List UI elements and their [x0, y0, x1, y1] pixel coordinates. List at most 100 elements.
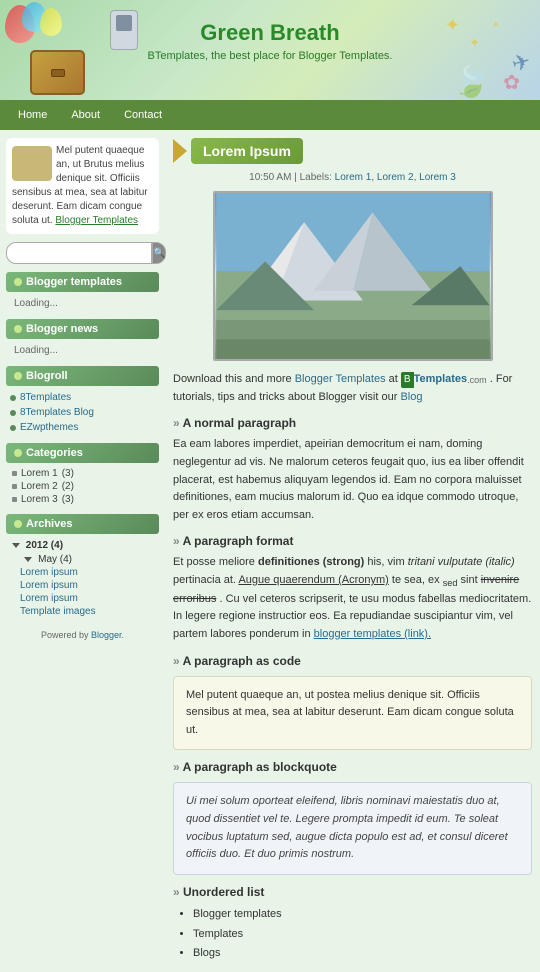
list-item: 8Templates — [6, 390, 159, 405]
star-deco: ✦ — [445, 15, 460, 36]
label-lorem2[interactable]: Lorem 2 — [377, 172, 414, 183]
archives-section: Archives 2012 (4) May (4) Lorem ipsum Lo… — [6, 514, 159, 618]
cat-bullet — [12, 471, 17, 476]
nav-home[interactable]: Home — [8, 105, 57, 125]
blogger-templates-title: Blogger templates — [26, 276, 122, 288]
btemplates-logo: BTemplates.com — [401, 371, 487, 389]
star-deco2: ✦ — [469, 35, 480, 51]
list-item: Lorem 1 (3) — [6, 467, 159, 480]
code-block: Mel putent quaeque an, ut postea melius … — [173, 676, 532, 751]
p2-text3: pertinacia at. — [173, 574, 238, 586]
bullet-icon — [10, 410, 16, 416]
category-count3: (3) — [62, 494, 74, 505]
blogger-news-header: Blogger news — [6, 319, 159, 339]
p2-strong: definitiones (strong) — [258, 556, 364, 568]
blogroll-link-ezwpthemes[interactable]: EZwpthemes — [20, 422, 78, 433]
p2-sub: sed — [443, 578, 458, 588]
welcome-link[interactable]: Blogger Templates — [55, 215, 138, 226]
bt-text: Templates — [414, 371, 468, 389]
search-input[interactable] — [6, 242, 152, 264]
blog-link[interactable]: Blog — [400, 391, 422, 403]
categories-header: Categories — [6, 443, 159, 463]
category-lorem1[interactable]: Lorem 1 — [21, 468, 58, 479]
blogroll-link-8templates-blog[interactable]: 8Templates Blog — [20, 407, 94, 418]
list-item: Blogger templates — [193, 905, 532, 925]
label-lorem1[interactable]: Lorem 1 — [335, 172, 372, 183]
archive-post-3[interactable]: Lorem ipsum — [6, 592, 159, 605]
blogger-templates-loading: Loading... — [6, 296, 159, 311]
bullet-icon — [10, 395, 16, 401]
suitcase-icon — [30, 50, 85, 95]
category-lorem3[interactable]: Lorem 3 — [21, 494, 58, 505]
site-subtitle: BTemplates, the best place for Blogger T… — [148, 50, 393, 62]
cat-bullet — [12, 497, 17, 502]
categories-title: Categories — [26, 447, 83, 459]
post-meta: 10:50 AM | Labels: Lorem 1, Lorem 2, Lor… — [173, 172, 532, 183]
archive-post-1[interactable]: Lorem ipsum — [6, 566, 159, 579]
paragraph-1: Ea eam labores imperdiet, apeirian democ… — [173, 436, 532, 524]
site-title: Green Breath — [200, 20, 339, 46]
archive-post-4[interactable]: Template images — [6, 605, 159, 618]
p2-link[interactable]: blogger templates (link). — [314, 628, 431, 640]
bullet-icon — [10, 425, 16, 431]
p2-underline: Augue quaerendum (Acronym) — [238, 574, 388, 586]
archives-title: Archives — [26, 518, 72, 530]
unordered-list: Blogger templates Templates Blogs — [173, 905, 532, 964]
list-item: Templates — [193, 925, 532, 945]
post-download-text: Download this and more Blogger Templates… — [173, 371, 532, 406]
post-title: Lorem Ipsum — [191, 138, 303, 164]
section-dot2 — [14, 325, 22, 333]
list-item: 8Templates Blog — [6, 405, 159, 420]
blogroll-title: Blogroll — [26, 370, 68, 382]
blockquote-block: Ui mei solum oporteat eleifend, libris n… — [173, 782, 532, 874]
section-dot4 — [14, 449, 22, 457]
archive-post-2[interactable]: Lorem ipsum — [6, 579, 159, 592]
categories-list: Lorem 1 (3) Lorem 2 (2) Lorem 3 (3) — [6, 467, 159, 506]
p2-text5: sint — [461, 574, 481, 586]
category-lorem2[interactable]: Lorem 2 — [21, 481, 58, 492]
list-item: EZwpthemes — [6, 420, 159, 435]
list-item: Lorem 2 (2) — [6, 480, 159, 493]
section-heading-1: A normal paragraph — [173, 416, 532, 430]
powered-by: Powered by Blogger. — [6, 626, 159, 644]
section-dot — [14, 278, 22, 286]
blogroll-link-8templates[interactable]: 8Templates — [20, 392, 71, 403]
p2-text4: te sea, ex — [392, 574, 443, 586]
section-dot5 — [14, 520, 22, 528]
leaf-deco: 🍃 — [453, 65, 490, 100]
post-image — [213, 191, 493, 361]
balloon-yellow — [40, 8, 62, 36]
blogroll-list: 8Templates 8Templates Blog EZwpthemes — [6, 390, 159, 435]
blogger-templates-link[interactable]: Blogger Templates — [295, 373, 386, 385]
download-text: Download this and more — [173, 373, 292, 385]
bt-b: B — [401, 372, 414, 388]
section-heading-5: Unordered list — [173, 885, 532, 899]
p2-text1: Et posse meliore — [173, 556, 258, 568]
nav-about[interactable]: About — [61, 105, 110, 125]
nav-contact[interactable]: Contact — [114, 105, 172, 125]
section-heading-4: A paragraph as blockquote — [173, 760, 532, 774]
sidebar: Mel putent quaeque an, ut Brutus melius … — [0, 130, 165, 972]
bt-com: .com — [467, 373, 487, 387]
archive-month-may[interactable]: May (4) — [6, 553, 159, 566]
categories-section: Categories Lorem 1 (3) Lorem 2 (2) Lorem… — [6, 443, 159, 506]
label-lorem3[interactable]: Lorem 3 — [419, 172, 456, 183]
welcome-widget: Mel putent quaeque an, ut Brutus melius … — [6, 138, 159, 234]
header-banner: Green Breath BTemplates, the best place … — [0, 0, 540, 100]
list-item: Lorem 3 (3) — [6, 493, 159, 506]
page-layout: Mel putent quaeque an, ut Brutus melius … — [0, 130, 540, 972]
triangle-down-icon — [12, 543, 20, 548]
section-heading-2: A paragraph format — [173, 534, 532, 548]
blogger-link[interactable]: Blogger — [91, 630, 122, 640]
triangle-down-icon2 — [24, 557, 32, 562]
archive-year-2012[interactable]: 2012 (4) — [6, 538, 159, 553]
flower-deco: ✿ — [503, 70, 520, 95]
blogger-news-title: Blogger news — [26, 323, 98, 335]
post-time: 10:50 AM — [249, 172, 291, 183]
list-item: Blogs — [193, 944, 532, 964]
powered-text: Powered by — [41, 630, 91, 640]
paragraph-2: Et posse meliore definitiones (strong) h… — [173, 554, 532, 643]
main-content: Lorem Ipsum 10:50 AM | Labels: Lorem 1, … — [165, 130, 540, 972]
blogroll-section: Blogroll 8Templates 8Templates Blog EZwp… — [6, 366, 159, 435]
blogger-templates-section: Blogger templates Loading... — [6, 272, 159, 311]
